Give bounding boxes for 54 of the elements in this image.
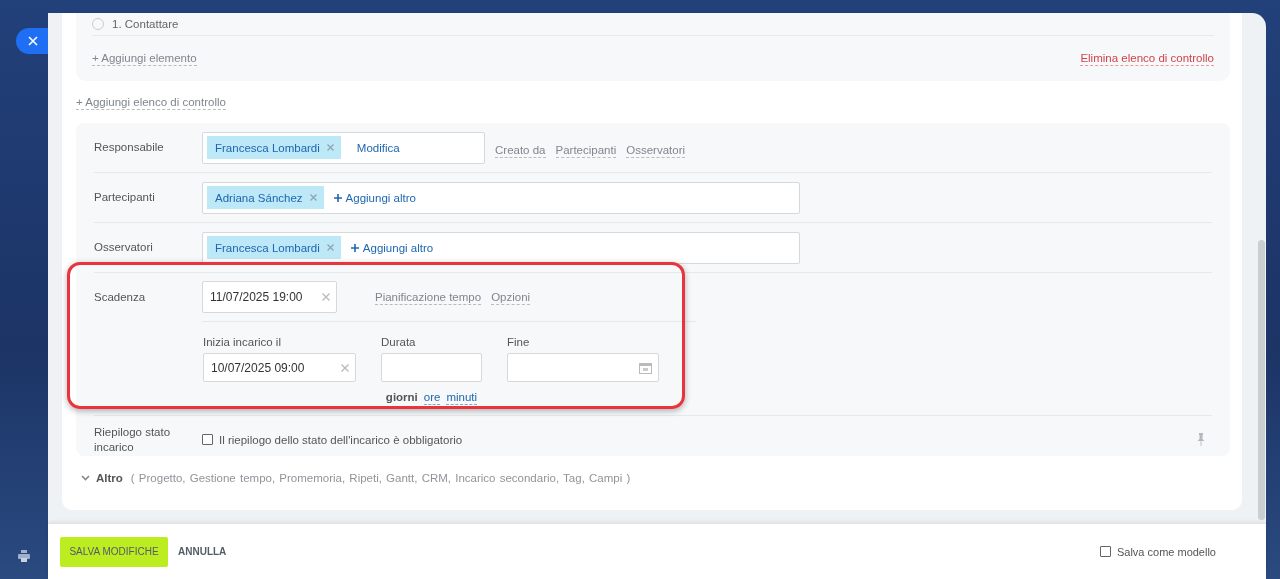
clear-icon[interactable] xyxy=(322,293,330,301)
person-name: Francesca Lombardi xyxy=(215,141,320,154)
calendar-icon[interactable] xyxy=(639,361,652,374)
printer-icon[interactable] xyxy=(17,549,31,563)
add-more-link[interactable]: Aggiungi altro xyxy=(350,241,434,254)
edit-link[interactable]: Modifica xyxy=(356,141,400,154)
add-checklist-link[interactable]: + Aggiungi elenco di controllo xyxy=(76,94,226,110)
field-label: Scadenza xyxy=(94,290,147,305)
remove-icon[interactable] xyxy=(309,194,317,201)
people-field[interactable]: Francesca Lombardi Aggiungi altro xyxy=(202,231,800,264)
field-label: Osservatori xyxy=(94,240,154,255)
remove-icon[interactable] xyxy=(326,144,334,151)
person-name: Adriana Sánchez xyxy=(215,191,303,204)
role-link[interactable]: Creato da xyxy=(495,142,546,158)
cancel-button[interactable]: ANNULLA xyxy=(172,546,233,557)
role-link[interactable]: Osservatori xyxy=(626,142,686,158)
scrollbar-thumb[interactable] xyxy=(1258,240,1265,520)
deadline-option-link[interactable]: Pianificazione tempo xyxy=(375,289,482,305)
more-toggle[interactable]: Altro xyxy=(81,472,123,484)
checklist-item-text: 1. Contattare xyxy=(112,18,179,30)
checkbox-label: Salva come modello xyxy=(1116,545,1216,558)
field-label: Riepilogo stato incarico xyxy=(94,424,172,455)
field-label: Partecipanti xyxy=(94,190,156,205)
field-label: Fine xyxy=(507,335,531,349)
clear-icon[interactable] xyxy=(341,363,349,372)
duration-unit[interactable]: minuti xyxy=(446,391,478,405)
template-checkbox[interactable] xyxy=(1099,546,1111,557)
end-date-field[interactable] xyxy=(507,353,659,382)
add-more-link[interactable]: Aggiungi altro xyxy=(333,191,416,204)
person-name: Francesca Lombardi xyxy=(215,241,320,254)
people-field[interactable]: Adriana Sánchez Aggiungi altro xyxy=(202,181,800,214)
checkbox-label: Il riepilogo dello stato dell'incarico è obbligatorio xyxy=(219,433,463,446)
add-item-link[interactable]: + Aggiungi elemento xyxy=(92,51,197,66)
duration-field[interactable] xyxy=(381,353,482,382)
summary-checkbox[interactable] xyxy=(202,434,213,445)
more-sections-list: ( Progetto, Gestione tempo, Promemoria, Ripeti, Gantt, CRM, Incarico secondario, Tag, Campi ) xyxy=(130,472,631,484)
plus-icon xyxy=(333,193,342,202)
duration-unit[interactable]: giorni xyxy=(385,391,418,405)
save-button[interactable]: SALVA MODIFICHE xyxy=(60,536,168,567)
start-date-field[interactable]: 10/07/2025 09:00 xyxy=(203,353,356,382)
deadline-option-link[interactable]: Opzioni xyxy=(491,289,531,305)
chevron-icon xyxy=(81,475,90,481)
field-label: Responsabile xyxy=(94,140,165,155)
field-label: Inizia incarico il xyxy=(203,335,282,349)
field-label: Durata xyxy=(381,335,417,349)
delete-checklist-link[interactable]: Elimina elenco di controllo xyxy=(1080,51,1214,66)
duration-unit[interactable]: ore xyxy=(423,391,441,405)
plus-icon xyxy=(350,243,359,252)
close-button[interactable] xyxy=(16,28,48,54)
deadline-field[interactable]: 11/07/2025 19:00 xyxy=(202,281,337,313)
close-icon xyxy=(27,35,39,47)
remove-icon[interactable] xyxy=(326,244,334,251)
role-link[interactable]: Partecipanti xyxy=(555,142,617,158)
people-field[interactable]: Francesca Lombardi Modifica xyxy=(202,131,485,164)
